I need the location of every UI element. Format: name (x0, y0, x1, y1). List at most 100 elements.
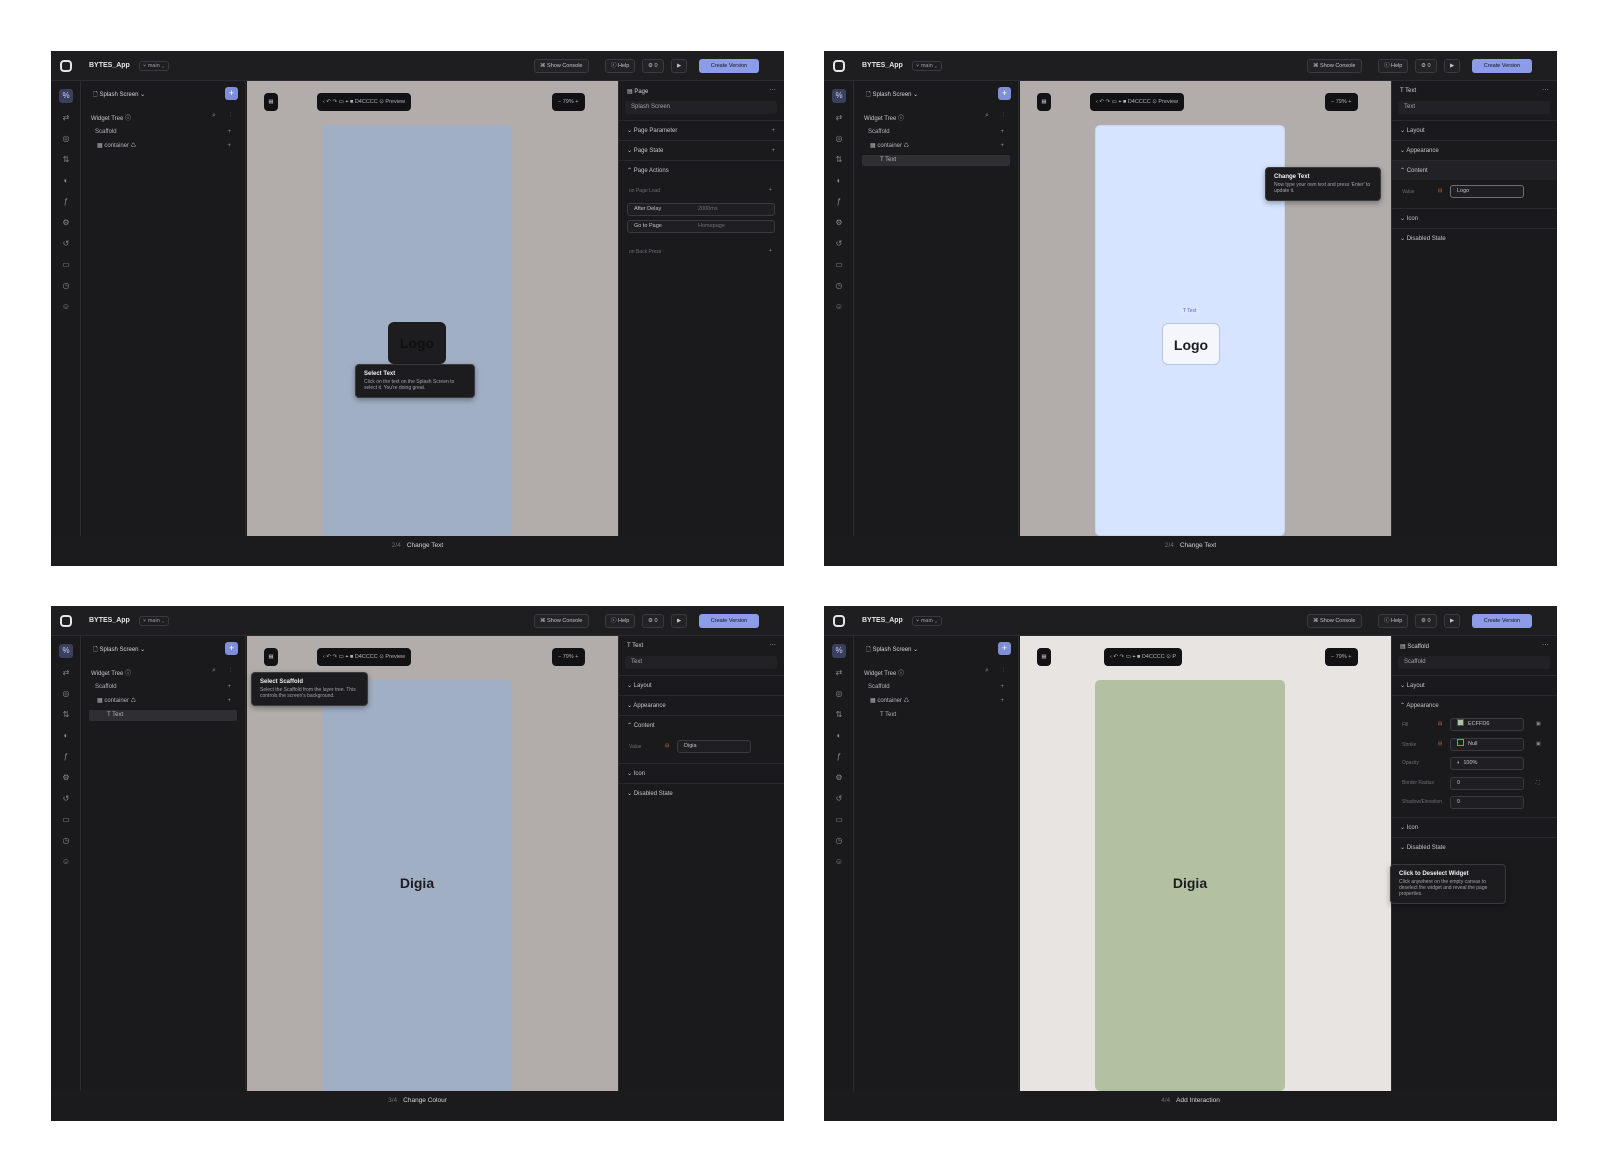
media-icon[interactable]: ▭ (832, 813, 846, 827)
section-icon[interactable]: ⌄ Icon (1392, 817, 1557, 837)
add-child-icon[interactable]: + (227, 127, 231, 138)
widget-tree-tools[interactable]: ⌕ ⋮ (985, 112, 1011, 120)
phone-preview[interactable]: Digia (1095, 680, 1285, 1091)
section-icon[interactable]: ⌄ Icon (1392, 208, 1557, 228)
variable-icon[interactable]: ƒ (832, 750, 846, 764)
media-icon[interactable]: ▭ (59, 813, 73, 827)
palette-icon[interactable]: ◐ (59, 174, 73, 188)
digia-text-widget[interactable]: Digia (322, 875, 512, 891)
api-icon[interactable]: ⇅ (59, 153, 73, 167)
canvas-toolbar[interactable]: ‹ ↶ ↷ ▭ ⌖ ■ D4CCCC ⊙ Preview (1090, 93, 1184, 111)
grid-toggle-icon[interactable]: ▦ (264, 93, 278, 111)
settings-counter-button[interactable]: ⚙ 0 (1415, 59, 1437, 73)
variable-bind-icon[interactable]: ⊟ (665, 743, 669, 749)
variable-bind-icon[interactable]: ⊟ (1438, 741, 1442, 747)
grid-toggle-icon[interactable]: ▦ (264, 648, 278, 666)
corner-radius-icon[interactable]: ⛶ (1536, 780, 1540, 786)
grid-toggle-icon[interactable]: ▦ (1037, 93, 1051, 111)
action-go-to-page[interactable]: Go to Page Homepage (627, 220, 775, 233)
page-name-field[interactable]: Splash Screen (625, 101, 777, 114)
page-selector[interactable]: 🗋 Splash Screen ⌄ (866, 645, 918, 655)
section-appearance[interactable]: ⌄ Appearance (1392, 140, 1557, 160)
flow-icon[interactable]: ⇄ (59, 111, 73, 125)
widget-name-field[interactable]: Text (625, 656, 777, 669)
canvas[interactable]: ▦ ‹ ↶ ↷ ▭ ⌖ ■ D4CCCC ⊙ Preview − 79% + T… (1020, 81, 1391, 536)
create-version-button[interactable]: Create Version (699, 59, 759, 73)
color-picker-icon[interactable]: ▣ (1536, 741, 1541, 747)
branch-selector[interactable]: ⑂ main ⌄ (139, 616, 169, 626)
tree-item-scaffold[interactable]: Scaffold + (89, 127, 237, 138)
show-console-button[interactable]: ⌘ Show Console (534, 614, 589, 628)
flow-icon[interactable]: ⇄ (59, 666, 73, 680)
section-layout[interactable]: ⌄ Layout (619, 675, 784, 695)
section-page-parameter[interactable]: ⌄ Page Parameter + (619, 120, 784, 140)
database-icon[interactable]: ◎ (59, 687, 73, 701)
help-button[interactable]: ⓘ Help (605, 59, 636, 73)
zoom-control[interactable]: − 79% + (552, 648, 585, 666)
variable-bind-icon[interactable]: ⊟ (1438, 188, 1442, 194)
branch-selector[interactable]: ⑂ main ⌄ (912, 61, 942, 71)
database-icon[interactable]: ◎ (832, 132, 846, 146)
run-button[interactable]: ▶ (671, 614, 688, 628)
settings-counter-button[interactable]: ⚙ 0 (642, 59, 664, 73)
palette-icon[interactable]: ◐ (832, 174, 846, 188)
add-action-icon[interactable]: + (769, 187, 772, 193)
zoom-control[interactable]: − 79% + (552, 93, 585, 111)
section-layout[interactable]: ⌄ Layout (1392, 120, 1557, 140)
widget-tree-tools[interactable]: ⌕ ⋮ (212, 112, 238, 120)
tree-item-scaffold[interactable]: Scaffold + (89, 682, 237, 693)
add-child-icon[interactable]: + (227, 141, 231, 152)
page-selector[interactable]: 🗋 Splash Screen ⌄ (93, 645, 145, 655)
tree-item-container[interactable]: ▦ container ♺ + (862, 696, 1010, 707)
add-child-icon[interactable]: + (1000, 141, 1004, 152)
settings-icon[interactable]: ⚙ (832, 216, 846, 230)
add-child-icon[interactable]: + (1000, 127, 1004, 138)
variable-icon[interactable]: ƒ (59, 195, 73, 209)
digia-text-widget[interactable]: Digia (1095, 875, 1285, 891)
section-layout[interactable]: ⌄ Layout (1392, 675, 1557, 695)
canvas-toolbar[interactable]: ‹ ↶ ↷ ▭ ⌖ ■ D4CCCC ⊙ Preview (317, 648, 411, 666)
history-icon[interactable]: ↺ (59, 792, 73, 806)
add-child-icon[interactable]: + (227, 696, 231, 707)
section-disabled-state[interactable]: ⌄ Disabled State (619, 783, 784, 803)
section-disabled-state[interactable]: ⌄ Disabled State (1392, 837, 1557, 857)
history-icon[interactable]: ↺ (832, 237, 846, 251)
branch-selector[interactable]: ⑂ main ⌄ (912, 616, 942, 626)
add-page-button[interactable]: + (225, 642, 238, 655)
add-page-button[interactable]: + (998, 87, 1011, 100)
tree-item-container[interactable]: ▦ container ♺ + (862, 141, 1010, 152)
add-child-icon[interactable]: + (227, 682, 231, 693)
tree-item-container[interactable]: ▦ container ♺ + (89, 141, 237, 152)
widget-name-field[interactable]: Text (1398, 101, 1550, 114)
settings-counter-button[interactable]: ⚙ 0 (642, 614, 664, 628)
create-version-button[interactable]: Create Version (1472, 614, 1532, 628)
widgets-icon[interactable]: % (832, 644, 846, 658)
settings-icon[interactable]: ⚙ (59, 216, 73, 230)
palette-icon[interactable]: ◐ (59, 729, 73, 743)
settings-counter-button[interactable]: ⚙ 0 (1415, 614, 1437, 628)
flow-icon[interactable]: ⇄ (832, 111, 846, 125)
clock-icon[interactable]: ◷ (59, 279, 73, 293)
section-appearance[interactable]: ⌃ Appearance (1392, 695, 1557, 715)
tree-item-scaffold[interactable]: Scaffold + (862, 682, 1010, 693)
add-page-button[interactable]: + (225, 87, 238, 100)
section-appearance[interactable]: ⌄ Appearance (619, 695, 784, 715)
widgets-icon[interactable]: % (59, 89, 73, 103)
logo-text-widget[interactable]: Logo (1162, 323, 1220, 365)
tree-item-scaffold[interactable]: Scaffold + (862, 127, 1010, 138)
section-page-actions[interactable]: ⌃ Page Actions (619, 160, 784, 180)
value-input[interactable]: Digia (677, 740, 751, 753)
run-button[interactable]: ▶ (1444, 59, 1461, 73)
shadow-input[interactable]: 0 (1450, 796, 1524, 809)
flow-icon[interactable]: ⇄ (832, 666, 846, 680)
stroke-color-input[interactable]: Null (1450, 738, 1524, 751)
tree-item-text[interactable]: T Text (862, 155, 1010, 166)
media-icon[interactable]: ▭ (59, 258, 73, 272)
add-child-icon[interactable]: + (1000, 682, 1004, 693)
color-picker-icon[interactable]: ▣ (1536, 721, 1541, 727)
users-icon[interactable]: ☺ (832, 300, 846, 314)
section-content[interactable]: ⌃ Content (619, 715, 784, 735)
clock-icon[interactable]: ◷ (59, 834, 73, 848)
palette-icon[interactable]: ◐ (832, 729, 846, 743)
canvas-toolbar[interactable]: ‹ ↶ ↷ ▭ ⌖ ■ D4CCCC ⊙ Preview (317, 93, 411, 111)
